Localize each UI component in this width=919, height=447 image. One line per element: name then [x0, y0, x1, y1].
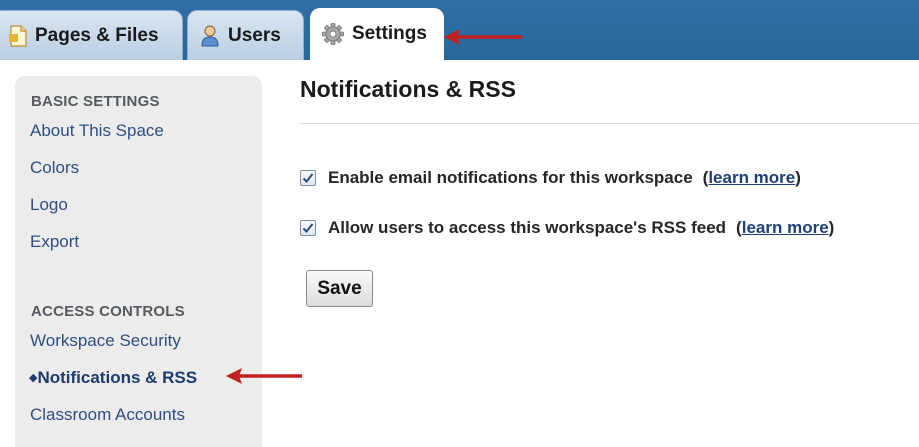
sidebar-item-export[interactable]: Export — [30, 232, 79, 252]
sidebar-item-notifications-rss[interactable]: ◆Notifications & RSS — [29, 368, 197, 388]
settings-sidebar: BASIC SETTINGS About This Space Colors L… — [15, 76, 262, 447]
user-icon — [200, 25, 220, 47]
checkmark-icon — [302, 173, 314, 183]
save-button[interactable]: Save — [306, 270, 373, 307]
page-title: Notifications & RSS — [300, 76, 516, 102]
sidebar-item-about-this-space[interactable]: About This Space — [30, 121, 164, 141]
sidebar-item-notifications-rss-label: Notifications & RSS — [37, 368, 198, 387]
sidebar-item-colors[interactable]: Colors — [30, 158, 79, 178]
email-notifications-checkbox[interactable] — [300, 170, 316, 186]
sidebar-heading-access-controls: ACCESS CONTROLS — [31, 303, 185, 320]
page-icon — [9, 24, 27, 47]
tab-settings[interactable]: Settings — [310, 8, 444, 60]
learn-more-link-rss[interactable]: learn more — [742, 218, 829, 238]
option-rss-feed: Allow users to access this workspace's R… — [300, 218, 834, 238]
tab-users-label: Users — [228, 24, 281, 46]
title-divider — [300, 123, 919, 124]
rss-feed-checkbox[interactable] — [300, 220, 316, 236]
sidebar-item-classroom-accounts[interactable]: Classroom Accounts — [30, 405, 185, 425]
gear-icon — [322, 23, 344, 45]
rss-feed-label: Allow users to access this workspace's R… — [328, 218, 727, 237]
annotation-arrow-notifications — [226, 368, 302, 384]
sidebar-item-logo[interactable]: Logo — [30, 195, 68, 215]
tab-pages-files-label: Pages & Files — [35, 24, 159, 46]
email-notifications-label: Enable email notifications for this work… — [328, 168, 693, 187]
tab-users[interactable]: Users — [187, 10, 304, 60]
checkmark-icon — [302, 223, 314, 233]
tab-settings-label: Settings — [352, 23, 427, 44]
option-email-notifications: Enable email notifications for this work… — [300, 168, 801, 188]
sidebar-item-workspace-security[interactable]: Workspace Security — [30, 331, 181, 351]
annotation-arrow-settings — [444, 29, 522, 45]
sidebar-heading-basic-settings: BASIC SETTINGS — [31, 93, 160, 110]
learn-more-link-email[interactable]: learn more — [708, 168, 795, 188]
tab-pages-files[interactable]: Pages & Files — [0, 10, 183, 60]
